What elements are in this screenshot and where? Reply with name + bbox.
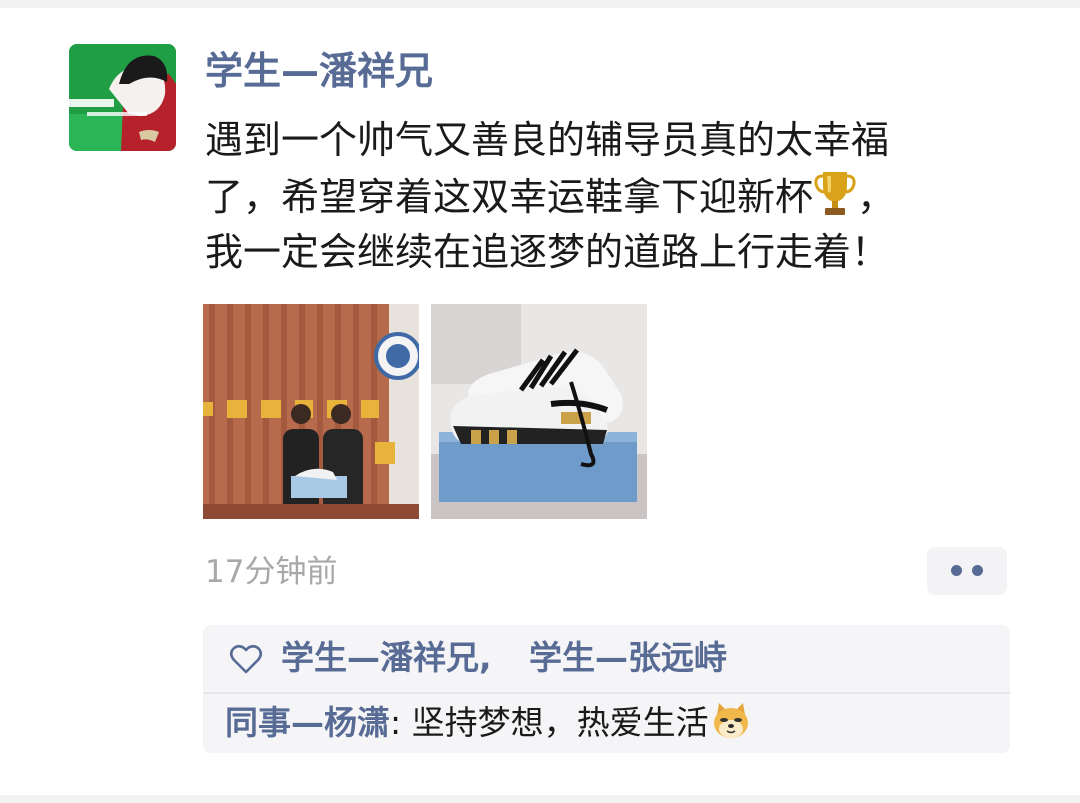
top-divider: [0, 0, 1080, 8]
more-actions-button[interactable]: [927, 547, 1007, 595]
post-text-line-2-main: 了，希望穿着这双幸运鞋拿下迎新杯: [205, 175, 814, 219]
post-text-line-1: 遇到一个帅气又善良的辅导员真的太幸福: [205, 118, 890, 162]
post-time: 17分钟前: [205, 554, 338, 590]
photo-sneakers-on-box: [431, 304, 647, 519]
post-text-line-3: 我一定会继续在追逐梦的道路上行走着！: [205, 230, 890, 274]
liker-name[interactable]: 学生—潘祥兄,: [281, 635, 492, 681]
more-dot-icon: [951, 565, 962, 576]
bottom-divider: [0, 795, 1080, 803]
comment-item[interactable]: 同事—杨潇: 坚持梦想，热爱生活: [225, 694, 1005, 751]
likes-row: 学生—潘祥兄, 学生—张远峙: [203, 625, 1010, 692]
comment-text: 坚持梦想，热爱生活: [411, 703, 709, 742]
comment-author[interactable]: 同事—杨潇: [225, 703, 390, 742]
trophy-icon: [814, 172, 856, 215]
post-text: 遇到一个帅气又善良的辅导员真的太幸福 了，希望穿着这双幸运鞋拿下迎新杯 ， 我一…: [205, 112, 1005, 280]
post-photo-2[interactable]: [431, 304, 647, 519]
heart-outline-icon: [229, 644, 263, 674]
liker-name[interactable]: 学生—张远峙: [529, 635, 727, 681]
avatar-image: [69, 44, 176, 151]
author-avatar[interactable]: [69, 44, 176, 151]
author-name[interactable]: 学生—潘祥兄: [205, 46, 433, 96]
interaction-panel: 学生—潘祥兄, 学生—张远峙 同事—杨潇: 坚持梦想，热爱生活: [203, 625, 1010, 753]
doge-emoji-icon: [713, 703, 748, 738]
post-text-line-2: 了，希望穿着这双幸运鞋拿下迎新杯 ，: [205, 168, 1005, 224]
post-text-line-2-comma: ，: [857, 175, 896, 219]
more-dot-icon: [972, 565, 983, 576]
photo-two-people-holding-shoebox: [203, 304, 419, 519]
comment-separator: :: [390, 703, 412, 742]
post-photo-1[interactable]: [203, 304, 419, 519]
